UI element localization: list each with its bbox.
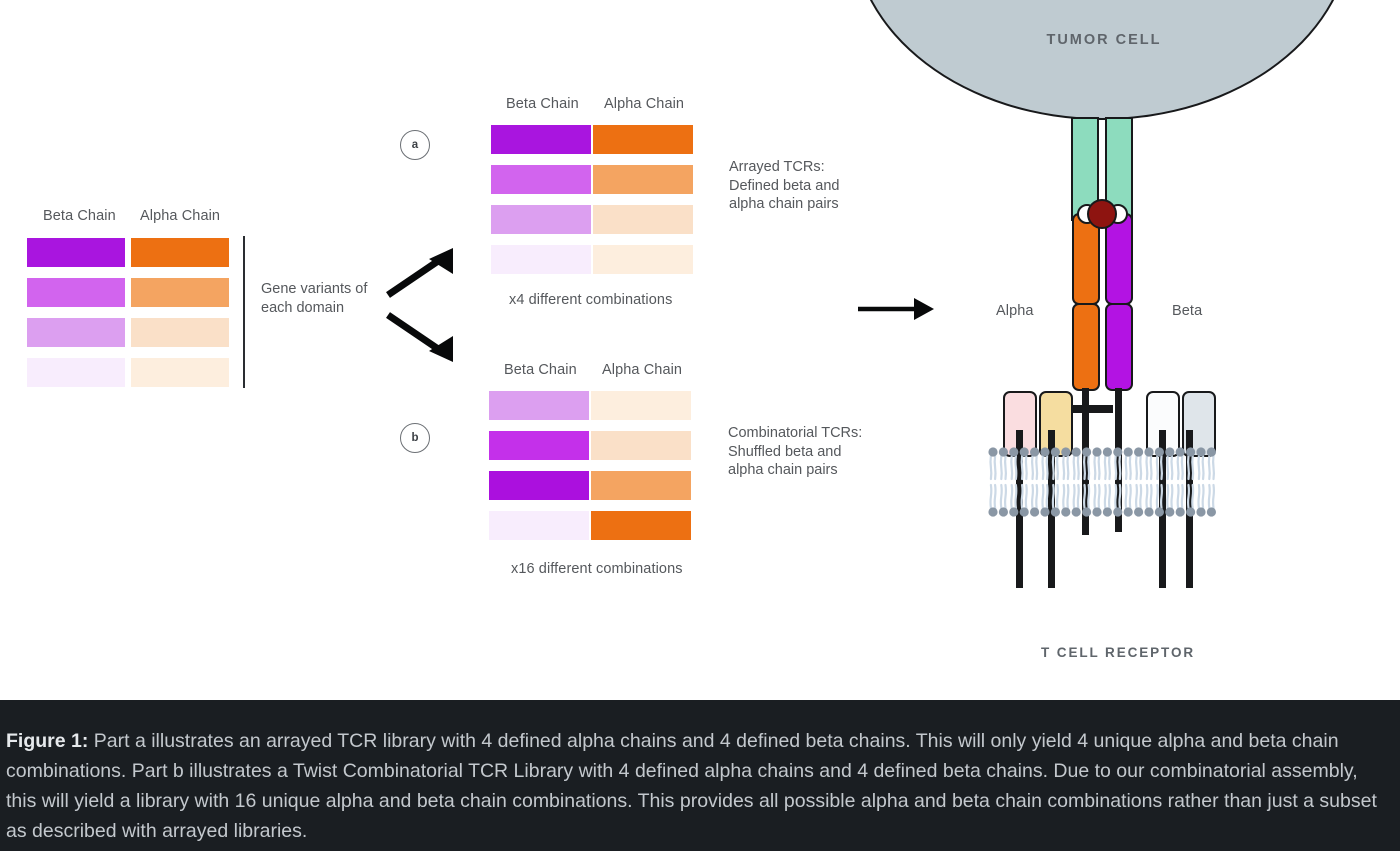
panel-b-beta-bar [489,471,589,500]
panel-b-footer: x16 different combinations [511,561,683,577]
panel-a-alpha-header: Alpha Chain [604,96,685,112]
panel-b-marker: b [400,423,430,453]
figure-canvas: Beta Chain Alpha Chain Gene variants of … [0,0,1400,700]
beta-variant-bar [27,358,125,387]
alpha-variant-bar [131,318,229,347]
panel-b-bars [489,391,694,541]
panel-a-alpha-bar [593,165,693,194]
panel-b-beta-bar [489,431,589,460]
panel-b-alpha-header: Alpha Chain [602,362,683,378]
beta-variant-bar [27,318,125,347]
tumor-cell-label: TUMOR CELL [1046,32,1162,48]
panel-a-description: Arrayed TCRs: Defined beta and alpha cha… [729,159,840,212]
left-panel-alpha-header: Alpha Chain [140,208,221,224]
tcr-beta-constant-domain [1105,303,1133,391]
panel-a-alpha-bar [593,205,693,234]
panel-b-alpha-bar [591,511,691,540]
panel-a-beta-bar [491,245,591,274]
caption-prefix: Figure 1: [6,730,89,752]
panel-a-beta-bar [491,205,591,234]
panel-b-beta-bar [489,391,589,420]
panel-a-alpha-bar [593,125,693,154]
beta-variant-bar [27,278,125,307]
tcr-alpha-constant-domain [1072,303,1100,391]
tumor-cell: TUMOR CELL [852,0,1352,120]
left-panel-bars [27,238,232,388]
alpha-variant-bar [131,358,229,387]
panel-a-alpha-bar [593,245,693,274]
plasma-membrane [988,447,1216,517]
panel-a-beta-header: Beta Chain [506,96,579,112]
process-arrow [858,298,934,320]
panel-a-marker: a [400,130,430,160]
gene-variants-note: Gene variants of each domain [261,281,368,316]
beta-variant-bar [27,238,125,267]
panel-b-beta-bar [489,511,589,540]
branch-arrows [386,248,453,362]
panel-b-alpha-bar [591,431,691,460]
panel-b-alpha-bar [591,391,691,420]
alpha-variant-bar [131,278,229,307]
panel-a-beta-bar [491,165,591,194]
tcr-beta-label: Beta [1172,303,1203,319]
tcr-alpha-label: Alpha [996,303,1034,319]
t-cell-receptor-label: T CELL RECEPTOR [1041,645,1196,660]
figure-caption: Figure 1: Part a illustrates an arrayed … [0,700,1400,851]
antigen-peptide [1087,199,1117,229]
gene-variants-divider [243,236,245,388]
panel-a-footer: x4 different combinations [509,292,673,308]
panel-a-beta-bar [491,125,591,154]
caption-body: Part a illustrates an arrayed TCR librar… [6,730,1377,842]
alpha-variant-bar [131,238,229,267]
panel-b-description: Combinatorial TCRs: Shuffled beta and al… [728,425,863,478]
panel-a-bars [491,125,696,275]
panel-b-alpha-bar [591,471,691,500]
panel-b-beta-header: Beta Chain [504,362,577,378]
left-panel-beta-header: Beta Chain [43,208,116,224]
